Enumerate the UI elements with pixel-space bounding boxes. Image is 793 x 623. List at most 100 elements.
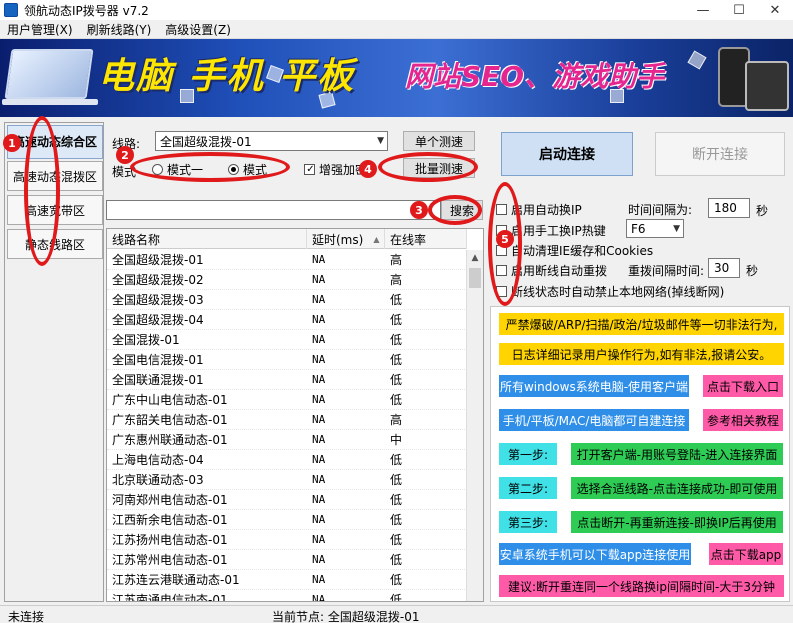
laptop-base-graphic — [2, 99, 98, 105]
cell-latency: NA — [312, 313, 326, 326]
cell-line-name: 广东韶关电信动态-01 — [112, 413, 228, 427]
hotkey-select[interactable]: F6 ▼ — [626, 219, 684, 238]
cell-online-rate: 中 — [390, 433, 403, 447]
table-row[interactable]: 北京联通动态-03 NA 低 — [107, 470, 467, 490]
col-latency[interactable]: 延时(ms) ▲ — [307, 229, 385, 249]
annotation-badge-5: 5 — [496, 230, 514, 248]
search-input[interactable] — [106, 200, 441, 220]
start-connect-button[interactable]: 启动连接 — [501, 132, 633, 176]
notice-android: 安卓系统手机可以下载app连接使用 — [499, 543, 691, 565]
scroll-up-icon[interactable]: ▲ — [467, 250, 483, 266]
disconnect-button[interactable]: 断开连接 — [655, 132, 785, 176]
table-row[interactable]: 江西新余电信动态-01 NA 低 — [107, 510, 467, 530]
cell-online-rate: 低 — [390, 473, 403, 487]
table-row[interactable]: 江苏南通电信动态-01 NA 低 — [107, 590, 467, 602]
cell-line-name: 全国超级混拨-03 — [112, 293, 204, 307]
maximize-button[interactable]: ☐ — [721, 0, 757, 20]
auto-switch-checkbox[interactable]: 启用自动换IP — [496, 201, 582, 218]
batch-test-button[interactable]: 批量测速 — [403, 158, 475, 178]
nav-broadband[interactable]: 高速宽带区 — [7, 195, 103, 225]
col-line-name[interactable]: 线路名称 — [107, 229, 307, 249]
status-bar: 未连接 当前节点: 全国超级混拨-01 — [0, 605, 793, 623]
cell-online-rate: 低 — [390, 353, 403, 367]
auto-switch-label: 启用自动换IP — [511, 203, 582, 217]
table-row[interactable]: 全国电信混拨-01 NA 低 — [107, 350, 467, 370]
table-row[interactable]: 广东韶关电信动态-01 NA 高 — [107, 410, 467, 430]
menu-refresh-lines[interactable]: 刷新线路(Y) — [80, 21, 159, 38]
nav-dynamic-mixed[interactable]: 高速动态混拨区 — [7, 161, 103, 191]
table-row[interactable]: 全国联通混拨-01 NA 低 — [107, 370, 467, 390]
cell-online-rate: 低 — [390, 573, 403, 587]
scroll-thumb[interactable] — [469, 268, 481, 288]
single-test-button[interactable]: 单个测速 — [403, 131, 475, 151]
table-row[interactable]: 江苏常州电信动态-01 NA 低 — [107, 550, 467, 570]
line-select[interactable]: 全国超级混拨-01 ▼ — [155, 131, 388, 151]
close-button[interactable]: ✕ — [757, 0, 793, 20]
cell-latency: NA — [312, 253, 326, 266]
disable-net-label: 断线状态时自动禁止本地网络(掉线断网) — [511, 285, 725, 299]
cell-latency: NA — [312, 433, 326, 446]
search-button[interactable]: 搜索 — [441, 200, 483, 220]
cell-line-name: 江西新余电信动态-01 — [112, 513, 228, 527]
cell-online-rate: 高 — [390, 273, 403, 287]
clear-ie-checkbox[interactable]: 自动清理IE缓存和Cookies — [496, 242, 653, 259]
interval-label: 时间间隔为: — [628, 203, 693, 217]
cell-latency: NA — [312, 293, 326, 306]
col-latency-label: 延时(ms) — [312, 232, 364, 247]
cell-online-rate: 高 — [390, 413, 403, 427]
table-row[interactable]: 江苏扬州电信动态-01 NA 低 — [107, 530, 467, 550]
minimize-button[interactable]: — — [685, 0, 721, 20]
table-row[interactable]: 上海电信动态-04 NA 低 — [107, 450, 467, 470]
auto-redial-checkbox[interactable]: 启用断线自动重拨 — [496, 262, 607, 279]
table-scrollbar[interactable]: ▲ — [466, 250, 483, 601]
radio-selected-icon — [228, 164, 239, 175]
table-row[interactable]: 全国混拨-01 NA 低 — [107, 330, 467, 350]
checkbox-icon — [496, 265, 507, 276]
table-row[interactable]: 江苏连云港联通动态-01 NA 低 — [107, 570, 467, 590]
col-online-rate[interactable]: 在线率 — [385, 229, 467, 249]
cell-line-name: 全国超级混拨-04 — [112, 313, 204, 327]
app-icon — [4, 3, 18, 17]
tutorial-link[interactable]: 参考相关教程 — [703, 409, 783, 431]
cell-online-rate: 低 — [390, 313, 403, 327]
nav-dynamic-composite[interactable]: 高速动态综合区 — [7, 125, 103, 159]
table-row[interactable]: 全国超级混拨-04 NA 低 — [107, 310, 467, 330]
annotation-badge-3: 3 — [410, 201, 428, 219]
cell-line-name: 北京联通动态-03 — [112, 473, 204, 487]
table-row[interactable]: 全国超级混拨-03 NA 低 — [107, 290, 467, 310]
cell-latency: NA — [312, 593, 326, 602]
laptop-graphic — [4, 49, 94, 99]
menu-user-manage[interactable]: 用户管理(X) — [0, 21, 80, 38]
cell-line-name: 全国超级混拨-02 — [112, 273, 204, 287]
download-entry-link[interactable]: 点击下载入口 — [703, 375, 783, 397]
disable-net-checkbox[interactable]: 断线状态时自动禁止本地网络(掉线断网) — [496, 283, 724, 300]
notice-tip: 建议:断开重连同一个线路换ip间隔时间-大于3分钟 — [499, 575, 784, 597]
table-row[interactable]: 河南郑州电信动态-01 NA 低 — [107, 490, 467, 510]
interval-input[interactable]: 180 — [708, 198, 750, 218]
mode1-radio[interactable]: 模式一 — [152, 161, 203, 178]
enhance-encrypt-checkbox[interactable]: 增强加密 — [304, 161, 367, 178]
table-row[interactable]: 广东惠州联通动态-01 NA 中 — [107, 430, 467, 450]
table-body: 全国超级混拨-01 NA 高全国超级混拨-02 NA 高全国超级混拨-03 NA 低全国超级… — [107, 250, 467, 602]
table-row[interactable]: 全国超级混拨-01 NA 高 — [107, 250, 467, 270]
mode2-label: 模式 — [243, 163, 268, 177]
table-row[interactable]: 广东中山电信动态-01 NA 低 — [107, 390, 467, 410]
step3-label: 第三步: — [499, 511, 557, 533]
cell-line-name: 上海电信动态-04 — [112, 453, 204, 467]
nav-static-lines[interactable]: 静态线路区 — [7, 229, 103, 259]
notice-log: 日志详细记录用户操作行为,如有非法,报请公安。 — [499, 343, 784, 365]
mode2-radio[interactable]: 模式 — [228, 161, 267, 178]
radio-icon — [152, 164, 163, 175]
cell-online-rate: 低 — [390, 453, 403, 467]
mode1-label: 模式一 — [167, 163, 204, 177]
download-app-link[interactable]: 点击下载app — [709, 543, 783, 565]
redial-input[interactable]: 30 — [708, 258, 740, 278]
menu-advanced-settings[interactable]: 高级设置(Z) — [158, 21, 238, 38]
promo-banner: 电脑 手机 平板 网站SEO、游戏助手 — [0, 39, 793, 117]
table-row[interactable]: 全国超级混拨-02 NA 高 — [107, 270, 467, 290]
cell-latency: NA — [312, 513, 326, 526]
cell-latency: NA — [312, 393, 326, 406]
notice-windows: 所有windows系统电脑-使用客户端 — [499, 375, 689, 397]
cell-latency: NA — [312, 473, 326, 486]
cell-latency: NA — [312, 553, 326, 566]
